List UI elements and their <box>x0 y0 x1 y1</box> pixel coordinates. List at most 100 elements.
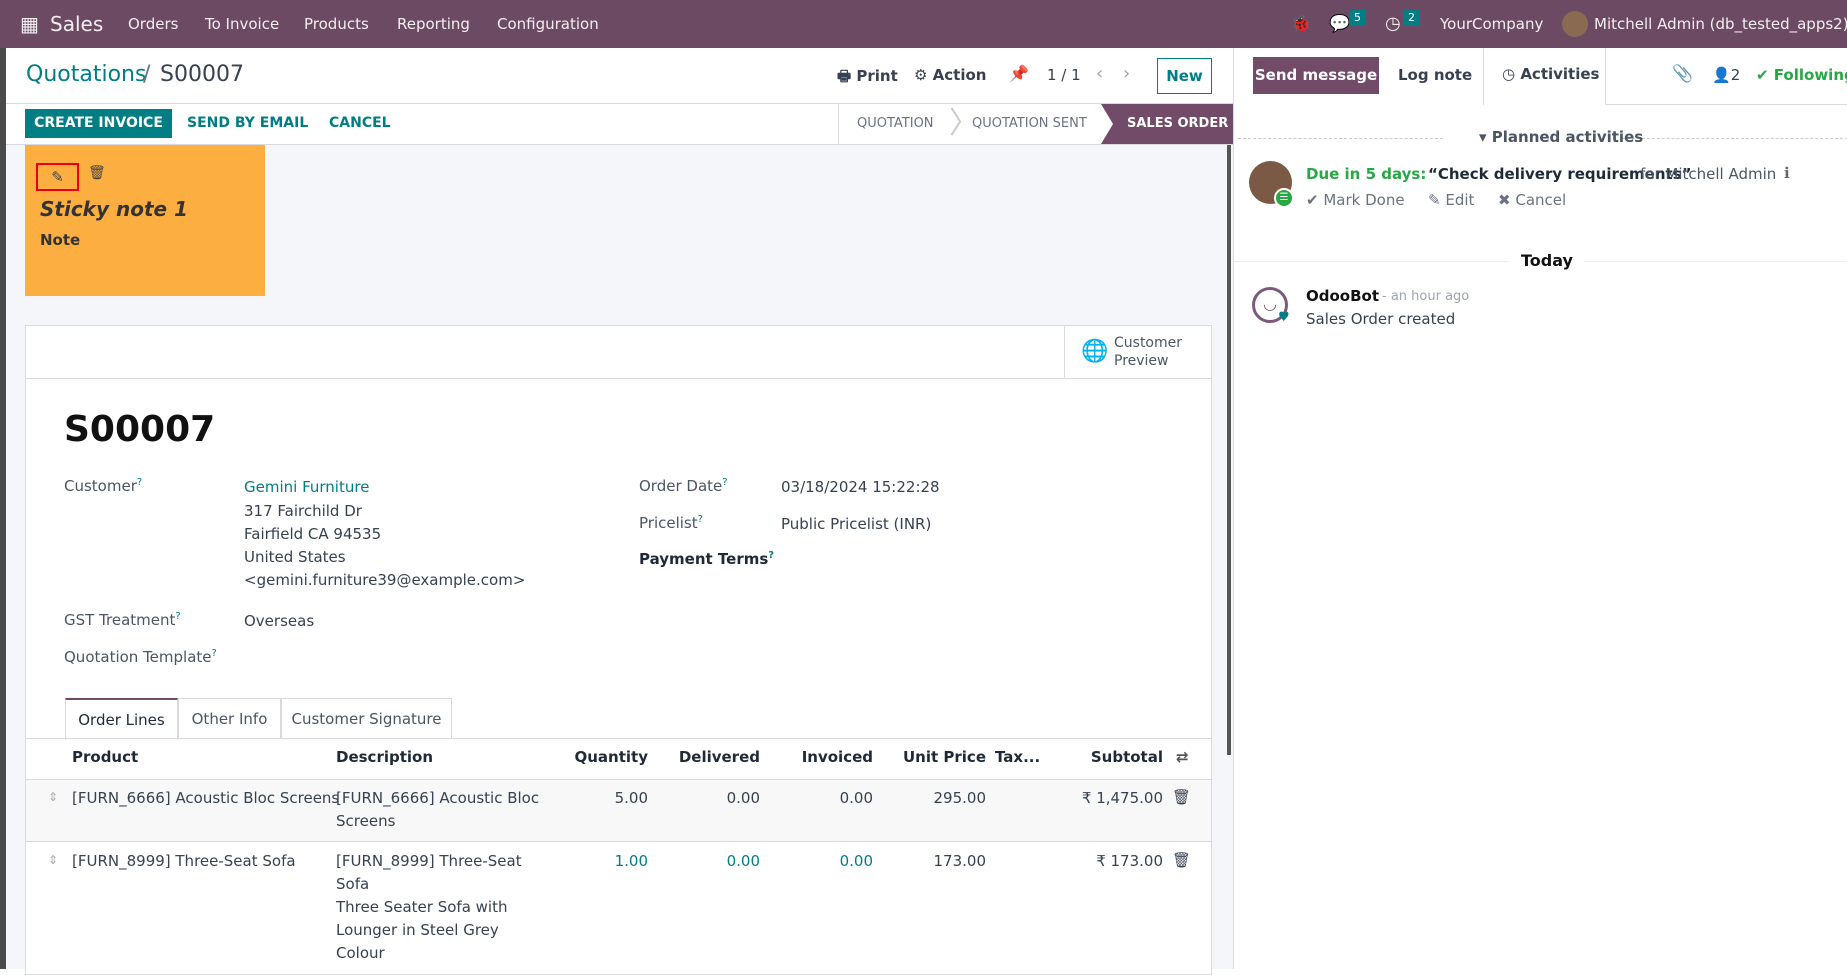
order-date-label: Order Date? <box>639 477 728 495</box>
activities-clock-icon[interactable]: ◷ <box>1385 0 1401 48</box>
sticky-note-title[interactable]: Sticky note 1 <box>40 197 188 221</box>
pricelist-value[interactable]: Public Pricelist (INR) <box>781 515 931 533</box>
caret-down-icon: ▾ <box>1479 128 1492 146</box>
row-invoiced[interactable]: 0.00 <box>773 852 873 870</box>
user-menu[interactable]: Mitchell Admin (db_tested_apps2) <box>1594 0 1847 48</box>
paperclip-icon[interactable]: 📎 <box>1672 64 1693 84</box>
breadcrumb-quotations[interactable]: Quotations <box>26 62 146 87</box>
stage-quotation[interactable]: QUOTATION <box>857 104 934 144</box>
top-navbar: ▦ Sales Orders To Invoice Products Repor… <box>0 0 1847 48</box>
order-date-value[interactable]: 03/18/2024 15:22:28 <box>781 478 940 496</box>
menu-to-invoice[interactable]: To Invoice <box>205 0 279 48</box>
row-product[interactable]: [FURN_8999] Three-Seat Sofa <box>72 852 296 870</box>
customer-preview-button[interactable]: 🌐 Customer Preview <box>1064 326 1211 379</box>
col-description[interactable]: Description <box>336 748 433 766</box>
clock-icon: ◷ <box>1502 65 1521 83</box>
row-invoiced[interactable]: 0.00 <box>773 789 873 807</box>
tab-order-lines[interactable]: Order Lines <box>65 698 178 740</box>
messages-icon[interactable]: 💬 <box>1329 0 1350 48</box>
row-subtotal: ₹ 1,475.00 <box>1081 789 1163 807</box>
message-body: Sales Order created <box>1306 310 1456 328</box>
send-message-button[interactable]: Send message <box>1253 57 1379 94</box>
stage-quotation-sent[interactable]: QUOTATION SENT <box>972 104 1087 144</box>
pager-next-icon[interactable]: › <box>1123 63 1130 84</box>
pager-value[interactable]: 1 / 1 <box>1047 66 1081 84</box>
record-name: S00007 <box>64 409 216 450</box>
breadcrumb-current: S00007 <box>160 62 244 87</box>
row-description[interactable]: Colour <box>336 944 385 962</box>
menu-products[interactable]: Products <box>304 0 369 48</box>
col-taxes[interactable]: Tax... <box>995 748 1040 766</box>
cancel-button[interactable]: CANCEL <box>329 115 391 131</box>
col-subtotal[interactable]: Subtotal <box>1063 748 1163 766</box>
row-description[interactable]: Sofa <box>336 875 369 893</box>
button-box: 🌐 Customer Preview <box>26 326 1211 379</box>
drag-handle-icon[interactable]: ⇕ <box>48 853 58 867</box>
following-button[interactable]: ✔ Following <box>1756 66 1847 84</box>
activity-type-icon: ☰ <box>1274 188 1294 208</box>
mark-done-button[interactable]: ✔ Mark Done <box>1306 191 1405 209</box>
edit-pencil-icon[interactable]: ✎ <box>36 163 79 191</box>
create-invoice-button[interactable]: CREATE INVOICE <box>25 109 172 138</box>
x-icon: ✖ <box>1498 191 1516 209</box>
optional-columns-icon[interactable]: ⇄ <box>1176 748 1189 766</box>
apps-grid-icon[interactable]: ▦ <box>20 0 39 48</box>
delete-row-trash-icon[interactable]: 🗑 <box>1172 788 1191 806</box>
debug-bug-icon[interactable]: 🐞 <box>1291 0 1311 48</box>
row-product[interactable]: [FURN_6666] Acoustic Bloc Screens <box>72 789 339 807</box>
new-button[interactable]: New <box>1157 58 1212 94</box>
vertical-scrollbar[interactable] <box>1227 145 1231 755</box>
row-quantity[interactable]: 1.00 <box>548 852 648 870</box>
info-icon[interactable]: ℹ <box>1784 164 1790 182</box>
customer-email: <gemini.furniture39@example.com> <box>244 571 526 589</box>
address-line: 317 Fairchild Dr <box>244 502 362 520</box>
row-unit-price[interactable]: 173.00 <box>886 852 987 870</box>
user-avatar[interactable] <box>1562 11 1588 37</box>
drag-handle-icon[interactable]: ⇕ <box>48 790 58 804</box>
row-quantity[interactable]: 5.00 <box>548 789 648 807</box>
planned-activities-toggle[interactable]: ▾ Planned activities <box>1479 128 1643 146</box>
menu-configuration[interactable]: Configuration <box>497 0 599 48</box>
edit-activity-button[interactable]: ✎ Edit <box>1428 191 1474 209</box>
cancel-activity-button[interactable]: ✖ Cancel <box>1498 191 1566 209</box>
send-by-email-button[interactable]: SEND BY EMAIL <box>187 115 308 131</box>
followers-button[interactable]: 👤2 <box>1712 66 1740 84</box>
col-unit-price[interactable]: Unit Price <box>886 748 986 766</box>
action-button[interactable]: ⚙ Action <box>914 66 986 84</box>
tab-other-info[interactable]: Other Info <box>178 698 281 739</box>
log-note-button[interactable]: Log note <box>1398 66 1472 84</box>
pin-icon[interactable]: 📌 <box>1009 64 1029 83</box>
col-delivered[interactable]: Delivered <box>660 748 760 766</box>
row-unit-price[interactable]: 295.00 <box>886 789 987 807</box>
gst-value[interactable]: Overseas <box>244 612 314 630</box>
company-switcher[interactable]: YourCompany <box>1440 0 1543 48</box>
row-delivered[interactable]: 0.00 <box>660 789 760 807</box>
tab-customer-signature[interactable]: Customer Signature <box>281 698 452 739</box>
delete-row-trash-icon[interactable]: 🗑 <box>1172 851 1191 869</box>
row-description[interactable]: Screens <box>336 812 395 830</box>
print-button[interactable]: 🖶 Print <box>837 66 898 91</box>
breadcrumb-separator: / <box>143 62 151 87</box>
quotation-template-label: Quotation Template? <box>64 648 217 666</box>
delete-trash-icon[interactable]: 🗑 <box>88 165 106 181</box>
row-description[interactable]: Lounger in Steel Grey <box>336 921 499 939</box>
col-product[interactable]: Product <box>72 748 138 766</box>
row-description[interactable]: [FURN_8999] Three-Seat <box>336 852 522 870</box>
row-description[interactable]: [FURN_6666] Acoustic Bloc <box>336 789 539 807</box>
row-delivered[interactable]: 0.00 <box>660 852 760 870</box>
chatter: Send message Log note ◷ Activities 📎 👤2 … <box>1233 48 1847 969</box>
row-description[interactable]: Three Seater Sofa with <box>336 898 507 916</box>
status-row: CREATE INVOICE SEND BY EMAIL CANCEL QUOT… <box>6 104 1234 145</box>
col-invoiced[interactable]: Invoiced <box>773 748 873 766</box>
customer-link[interactable]: Gemini Furniture <box>244 478 369 496</box>
activities-button[interactable]: ◷ Activities <box>1483 48 1606 105</box>
sticky-note-body[interactable]: Note <box>40 231 80 249</box>
customer-label: Customer? <box>64 477 143 495</box>
col-quantity[interactable]: Quantity <box>548 748 649 766</box>
menu-reporting[interactable]: Reporting <box>397 0 470 48</box>
stage-sales-order[interactable]: SALES ORDER <box>1101 104 1234 144</box>
message-author[interactable]: OdooBot <box>1306 287 1379 305</box>
app-name[interactable]: Sales <box>50 0 103 48</box>
menu-orders[interactable]: Orders <box>128 0 178 48</box>
pager-prev-icon[interactable]: ‹ <box>1096 63 1103 84</box>
